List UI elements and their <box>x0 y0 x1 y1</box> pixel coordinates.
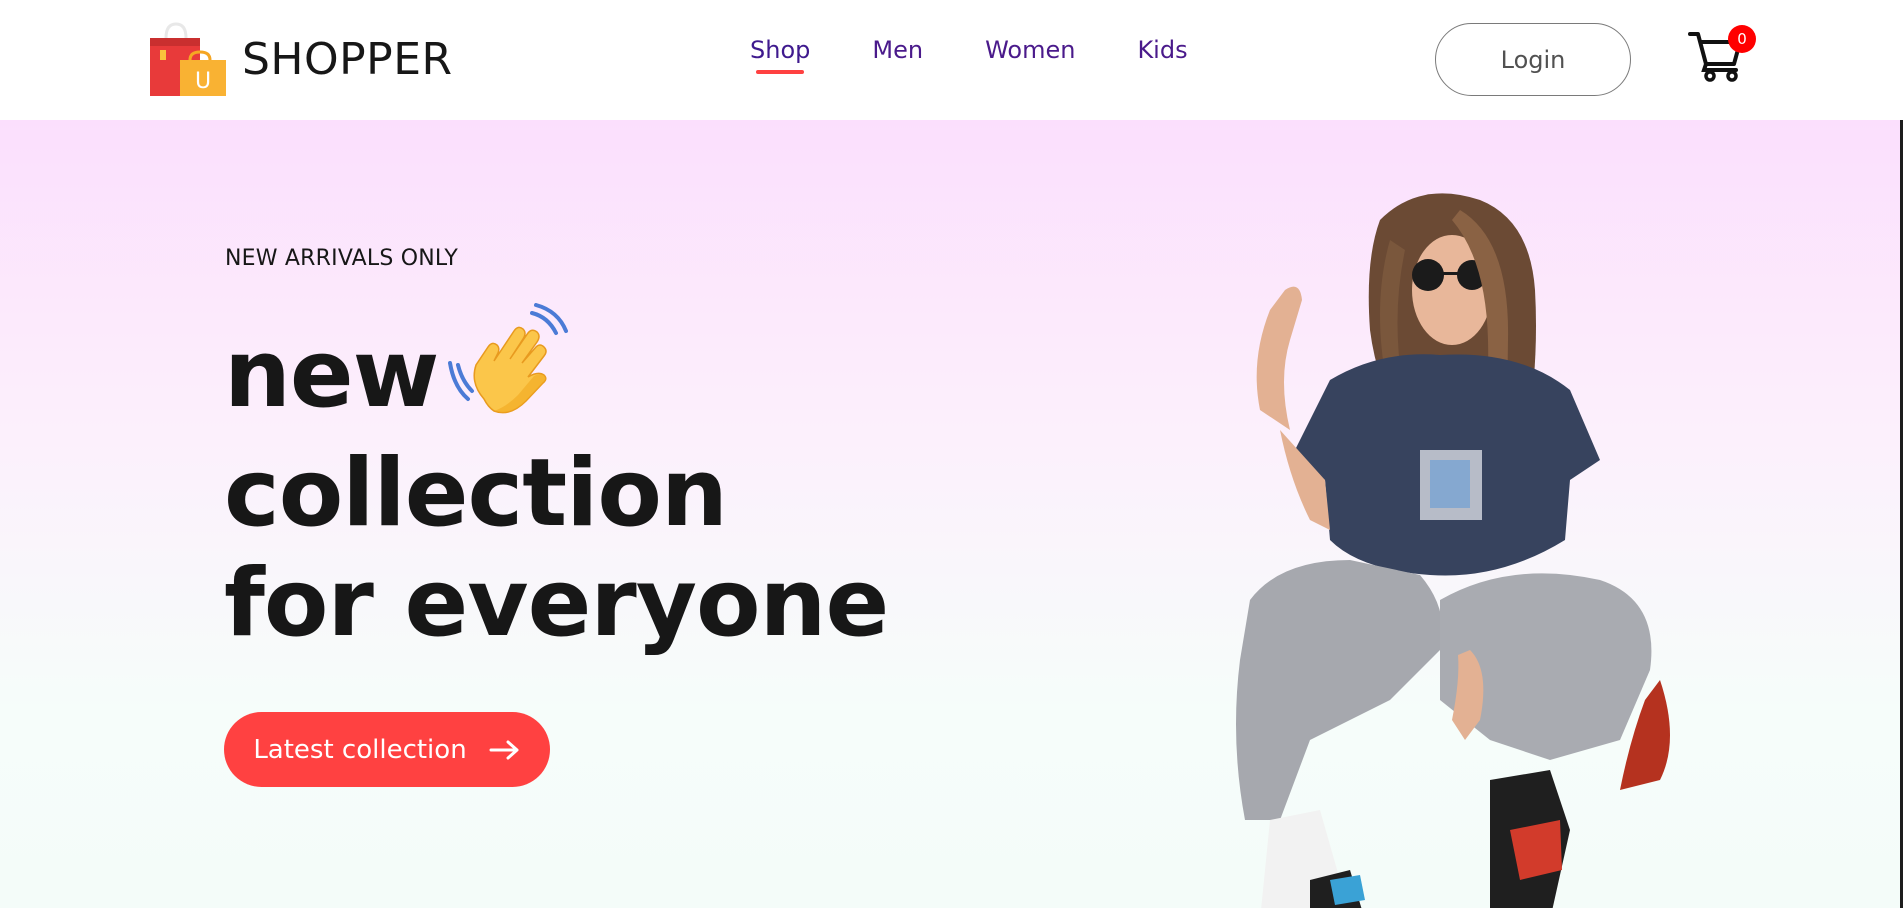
shopping-bag-icon: U <box>150 22 226 96</box>
login-button[interactable]: Login <box>1435 23 1631 96</box>
nav-item-kids[interactable]: Kids <box>1106 36 1218 74</box>
hero-headline-line-2: collection <box>224 439 728 548</box>
hero-headline-line-1: new <box>224 320 440 429</box>
hero-model-image <box>1236 193 1670 908</box>
main-nav: Shop Men Women Kids <box>745 36 1219 74</box>
brand-name: SHOPPER <box>242 33 453 85</box>
waving-hand-icon <box>448 303 568 414</box>
nav-item-label: Kids <box>1137 36 1188 64</box>
active-nav-indicator <box>756 70 805 74</box>
hero-tagline: NEW ARRIVALS ONLY <box>225 246 459 271</box>
navbar: U SHOPPER Shop Men Women Kids Login 0 <box>0 0 1903 120</box>
brand-logo[interactable]: U SHOPPER <box>148 22 453 96</box>
logo-letter: U <box>195 69 211 94</box>
nav-item-men[interactable]: Men <box>841 36 954 74</box>
nav-item-label: Women <box>985 36 1076 64</box>
nav-item-label: Men <box>872 36 924 64</box>
hero-section: NEW ARRIVALS ONLY new collection for eve… <box>0 120 1900 908</box>
hero-headline-line-3: for everyone <box>224 549 889 658</box>
cta-label: Latest collection <box>253 734 467 765</box>
nav-item-shop[interactable]: Shop <box>745 36 841 74</box>
cart-count-badge: 0 <box>1728 25 1756 53</box>
nav-item-label: Shop <box>750 36 811 64</box>
nav-item-women[interactable]: Women <box>954 36 1106 74</box>
latest-collection-button[interactable]: Latest collection <box>224 712 550 787</box>
arrow-right-icon <box>489 740 519 759</box>
